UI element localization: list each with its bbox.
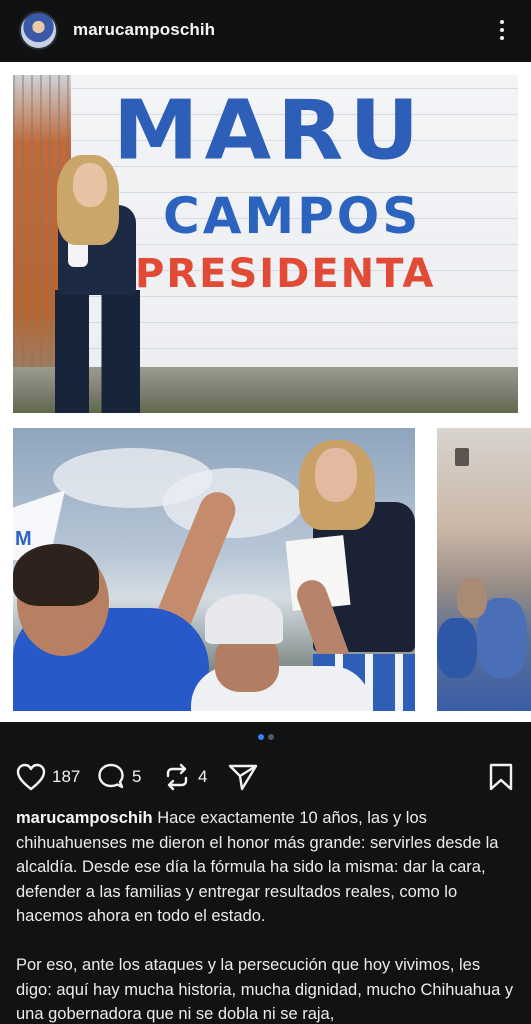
- more-dot: [500, 36, 504, 40]
- carousel-dot-active: [257, 734, 264, 740]
- carousel-dot: [267, 734, 274, 740]
- more-vertical-icon[interactable]: [494, 16, 510, 44]
- send-icon: [228, 764, 258, 791]
- mural-photo[interactable]: MARU CAMPOS PRESIDENTA: [13, 75, 518, 413]
- heart-icon: [16, 763, 46, 791]
- post-username[interactable]: marucamposchih: [73, 20, 215, 40]
- like-count: 187: [52, 767, 81, 786]
- crowd-figure: [437, 618, 477, 678]
- flag-text: M: [15, 528, 32, 550]
- bookmark-icon: [489, 763, 513, 791]
- woman-on-stage-face: [315, 448, 357, 502]
- share-button[interactable]: [228, 763, 258, 791]
- repost-button[interactable]: 4: [162, 763, 207, 791]
- save-button[interactable]: [488, 763, 514, 796]
- profile-avatar[interactable]: [19, 11, 58, 50]
- caption-paragraph-1: marucamposchih Hace exactamente 10 años,…: [16, 806, 516, 929]
- repost-count: 4: [198, 767, 208, 786]
- more-dot: [500, 28, 504, 32]
- comment-button[interactable]: 5: [96, 763, 141, 791]
- mural-text-campos: CAMPOS: [163, 187, 422, 245]
- repost-icon: [166, 763, 188, 791]
- media-carousel[interactable]: MARU CAMPOS PRESIDENTA M: [0, 62, 531, 722]
- woman-figure-legs: [55, 290, 140, 413]
- mural-text-maru: MARU: [113, 83, 426, 179]
- like-button[interactable]: 187: [16, 763, 80, 791]
- post-caption: marucamposchih Hace exactamente 10 años,…: [16, 806, 516, 1024]
- caption-username[interactable]: marucamposchih: [16, 809, 153, 827]
- crowd-figure: [457, 578, 487, 618]
- window: [455, 448, 469, 466]
- action-bar: 187 5 4: [0, 758, 531, 798]
- caption-paragraph-2: Por eso, ante los ataques y la persecuci…: [16, 955, 514, 1024]
- more-dot: [500, 20, 504, 24]
- comment-icon: [98, 763, 124, 789]
- mural-text-presidenta: PRESIDENTA: [135, 251, 436, 297]
- man-hair: [13, 544, 99, 606]
- rally-photo[interactable]: M: [13, 428, 415, 711]
- comment-count: 5: [132, 767, 142, 786]
- carousel-indicator: [0, 734, 531, 740]
- post-header: marucamposchih: [0, 0, 531, 62]
- white-cap: [205, 594, 283, 644]
- woman-figure-face: [73, 163, 107, 207]
- crowd-photo-partial[interactable]: [437, 428, 531, 711]
